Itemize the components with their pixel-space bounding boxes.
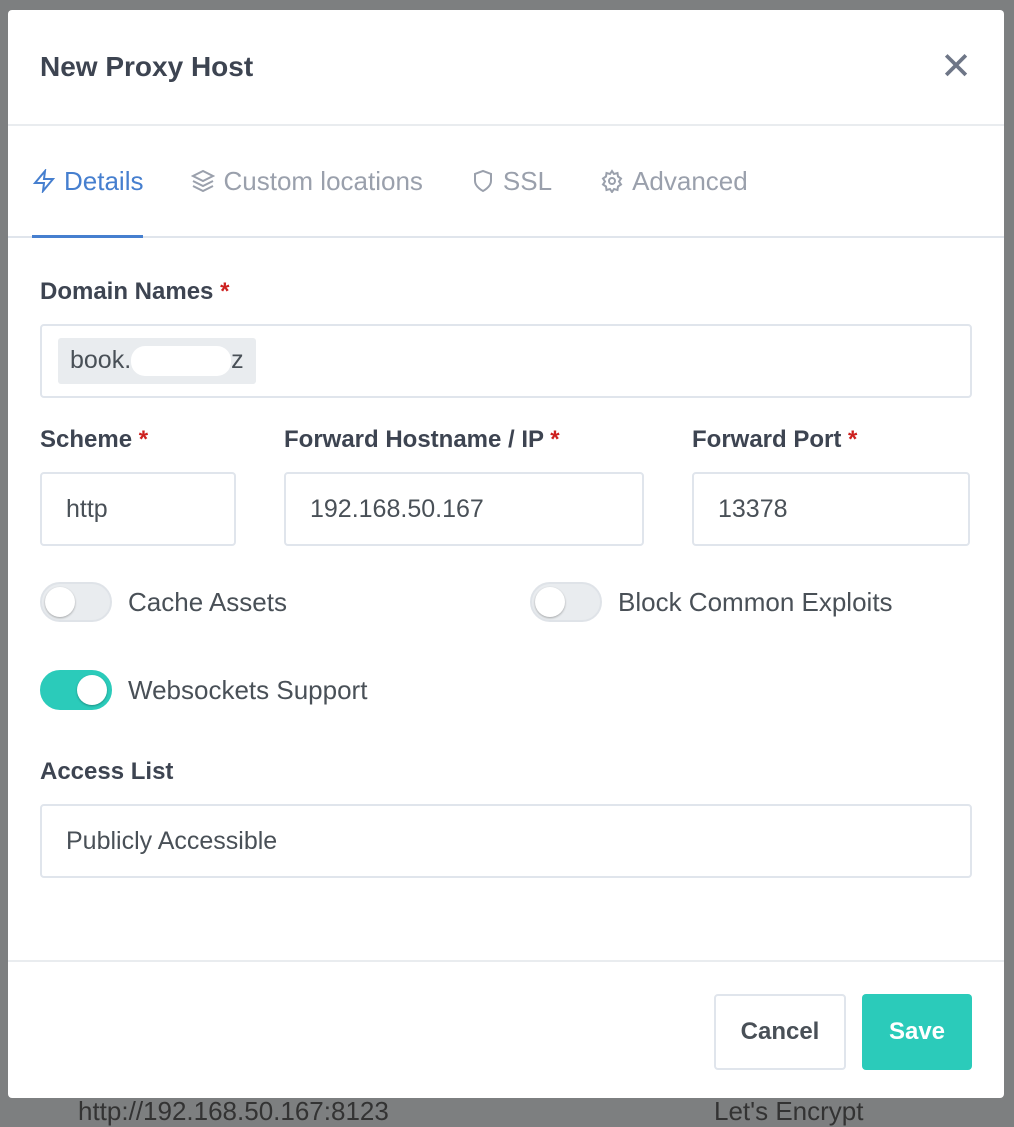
- tab-custom-locations[interactable]: Custom locations: [191, 126, 446, 236]
- block-exploits-toggle[interactable]: Block Common Exploits: [530, 582, 893, 622]
- modal-title: New Proxy Host: [40, 51, 254, 82]
- close-icon[interactable]: ✕: [940, 48, 972, 86]
- toggle-label: Block Common Exploits: [618, 586, 893, 617]
- save-button[interactable]: Save: [862, 994, 972, 1070]
- forward-host-label: Forward Hostname / IP *: [284, 426, 560, 453]
- tab-label: Advanced: [632, 165, 748, 196]
- access-list-select[interactable]: Publicly Accessible: [40, 804, 972, 878]
- toggle-label: Websockets Support: [128, 674, 368, 705]
- forward-port-input[interactable]: 13378: [692, 472, 970, 546]
- modal-header: New Proxy Host ✕: [8, 10, 1004, 126]
- shield-icon: [473, 169, 492, 193]
- tab-advanced[interactable]: Advanced: [600, 126, 772, 236]
- switch[interactable]: [40, 582, 112, 622]
- cancel-button[interactable]: Cancel: [714, 994, 846, 1070]
- scheme-input[interactable]: http: [40, 472, 236, 546]
- switch[interactable]: [40, 670, 112, 710]
- access-list-label: Access List: [40, 758, 174, 785]
- domain-names-label: Domain Names *: [40, 278, 230, 305]
- websockets-toggle[interactable]: Websockets Support: [40, 670, 367, 710]
- toggle-label: Cache Assets: [128, 586, 287, 617]
- switch[interactable]: [530, 582, 602, 622]
- cache-assets-toggle[interactable]: Cache Assets: [40, 582, 530, 622]
- tab-label: Details: [64, 165, 144, 196]
- gear-icon: [601, 169, 623, 193]
- tab-details[interactable]: Details: [32, 126, 144, 238]
- tab-bar: Details Custom locations SSL Advanced: [8, 126, 1004, 238]
- forward-port-label: Forward Port *: [692, 426, 858, 453]
- tab-label: Custom locations: [223, 165, 423, 196]
- redaction: [131, 346, 232, 377]
- domain-chip[interactable]: book. z: [58, 337, 256, 385]
- layers-icon: [191, 169, 216, 193]
- scheme-label: Scheme *: [40, 426, 149, 453]
- new-proxy-host-modal: New Proxy Host ✕ Details Custom location…: [8, 10, 1004, 1098]
- forward-host-input[interactable]: 192.168.50.167: [284, 472, 644, 546]
- lightning-icon: [32, 169, 56, 193]
- domain-names-input[interactable]: book. z: [40, 324, 972, 398]
- tab-label: SSL: [502, 165, 553, 196]
- modal-footer: Cancel Save: [8, 960, 1004, 1102]
- tab-ssl[interactable]: SSL: [471, 126, 576, 236]
